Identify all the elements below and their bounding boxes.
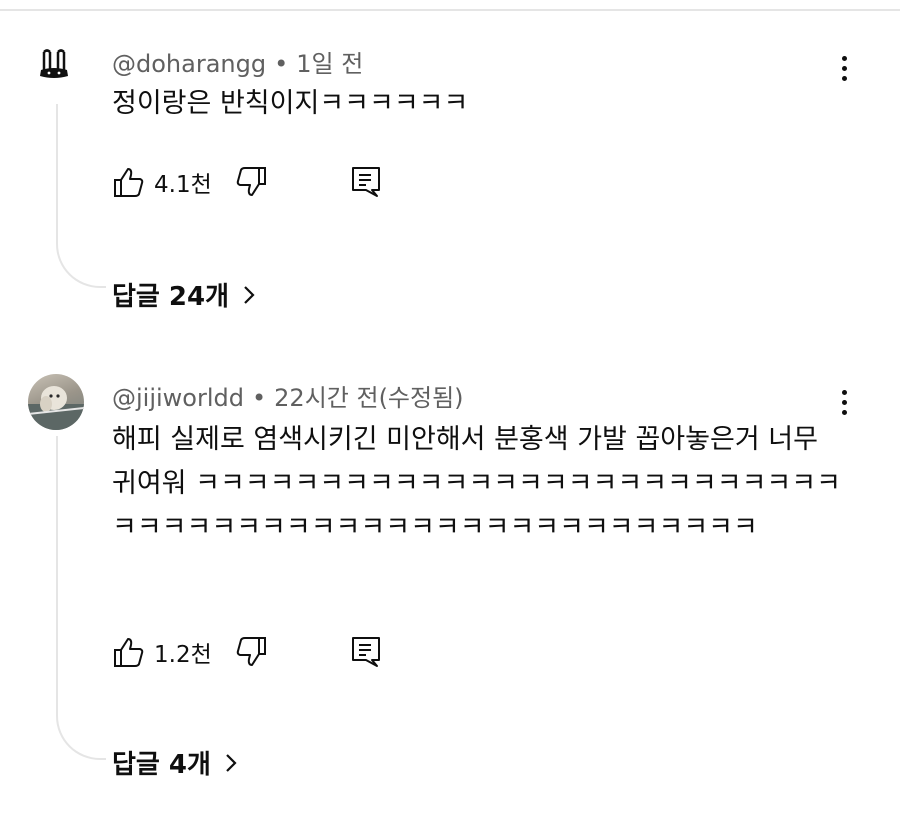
comment-time[interactable]: 22시간 전(수정됨) — [274, 384, 463, 412]
avatar[interactable] — [28, 44, 84, 100]
thumb-down-icon — [236, 167, 266, 196]
more-dot — [841, 399, 847, 405]
bunny-logo-icon — [40, 49, 68, 78]
more-options-button[interactable] — [828, 382, 860, 422]
reply-comment-icon — [351, 637, 380, 667]
chevron-right-icon — [244, 285, 255, 304]
thumb-up-icon — [114, 638, 144, 667]
comment-text: 정이랑은 반칙이지ㅋㅋㅋㅋㅋㅋ — [112, 88, 469, 119]
author-name[interactable]: @jijiworldd — [112, 384, 244, 412]
comment-actions: 1.2천 — [112, 632, 382, 672]
comment-actions: 4.1천 — [112, 162, 382, 202]
comment-time[interactable]: 1일 전 — [296, 50, 363, 78]
avatar[interactable] — [28, 374, 84, 430]
like-button[interactable] — [112, 635, 146, 669]
comment-text: 해피 실제로 염색시키긴 미안해서 분홍색 가발 꼽아놓은거 너무 귀여워 ㅋㅋ… — [112, 424, 841, 543]
comment-meta: @doharangg • 1일 전 — [112, 44, 363, 79]
top-divider — [0, 9, 900, 11]
more-vertical-icon — [841, 55, 847, 61]
more-dot — [841, 65, 847, 71]
reply-button[interactable] — [350, 635, 382, 669]
more-dot — [841, 75, 847, 81]
thumb-up-icon — [114, 168, 144, 197]
thumb-down-icon — [236, 637, 266, 666]
author-name[interactable]: @doharangg — [112, 50, 266, 78]
dog-photo-avatar — [28, 386, 84, 430]
thread-line — [56, 104, 106, 288]
dislike-button[interactable] — [234, 635, 268, 669]
replies-count: 답글 24개 — [112, 282, 229, 312]
meta-separator: • — [252, 384, 267, 412]
comment-meta: @jijiworldd • 22시간 전(수정됨) — [112, 378, 464, 413]
reply-button[interactable] — [350, 165, 382, 199]
more-vertical-icon — [841, 389, 847, 395]
reply-comment-icon — [351, 167, 380, 197]
replies-count: 답글 4개 — [112, 750, 211, 780]
chevron-right-icon — [226, 753, 237, 772]
like-button[interactable] — [112, 165, 146, 199]
like-count: 4.1천 — [154, 172, 212, 198]
thread-line — [56, 436, 106, 760]
dislike-button[interactable] — [234, 165, 268, 199]
replies-link[interactable]: 답글 4개 — [112, 744, 239, 781]
replies-link[interactable]: 답글 24개 — [112, 276, 257, 313]
like-count: 1.2천 — [154, 642, 212, 668]
meta-separator: • — [274, 50, 289, 78]
more-dot — [841, 409, 847, 415]
